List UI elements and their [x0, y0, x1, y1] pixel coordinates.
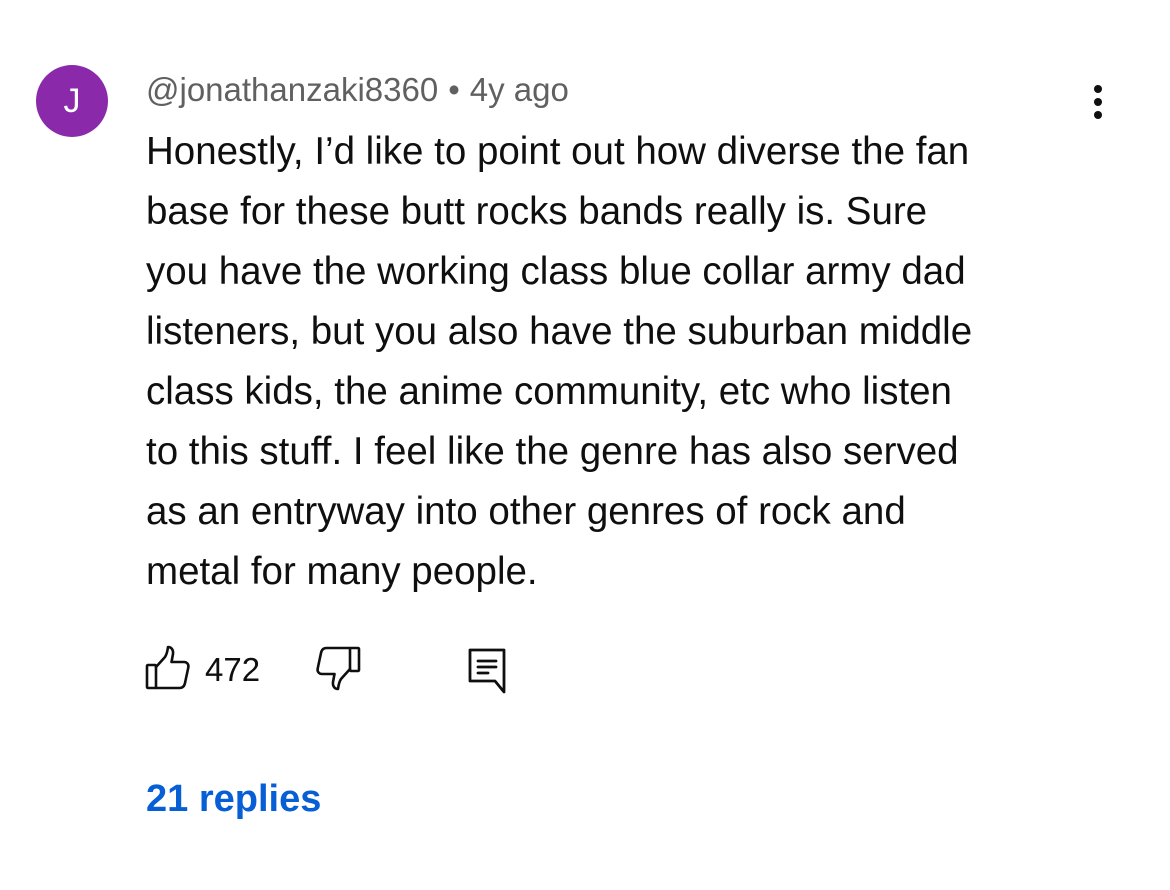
- author-name[interactable]: @jonathanzaki8360: [146, 71, 438, 108]
- comment-line: you have the working class blue collar a…: [146, 250, 966, 293]
- comment-line: to this stuff. I feel like the genre has…: [146, 430, 959, 473]
- avatar-initial: J: [63, 81, 81, 120]
- dislike-button[interactable]: [314, 644, 362, 692]
- comment-line: class kids, the anime community, etc who…: [146, 370, 952, 413]
- comment-line: base for these butt rocks bands really i…: [146, 190, 928, 233]
- thumbs-up-icon: [145, 645, 190, 690]
- thumbs-down-icon: [316, 646, 361, 691]
- more-vertical-icon: [1094, 85, 1102, 119]
- comment-line: as an entryway into other genres of rock…: [146, 490, 906, 533]
- view-replies-link[interactable]: 21 replies: [146, 776, 321, 822]
- comment-icon: [468, 648, 506, 694]
- more-options-button[interactable]: [1078, 80, 1118, 124]
- like-count: 472: [205, 651, 261, 688]
- avatar[interactable]: J: [36, 65, 108, 137]
- comment-line: listeners, but you also have the suburba…: [146, 310, 973, 353]
- comment-body: Honestly, I’d like to point out how dive…: [146, 122, 1106, 602]
- meta-separator: •: [448, 71, 460, 108]
- comment-header: @jonathanzaki8360 • 4y ago: [146, 70, 569, 110]
- timestamp[interactable]: 4y ago: [470, 71, 569, 108]
- reply-button[interactable]: [464, 646, 510, 694]
- comment-line: Honestly, I’d like to point out how dive…: [146, 130, 970, 173]
- like-button[interactable]: [144, 644, 192, 692]
- comment-line: metal for many people.: [146, 550, 538, 593]
